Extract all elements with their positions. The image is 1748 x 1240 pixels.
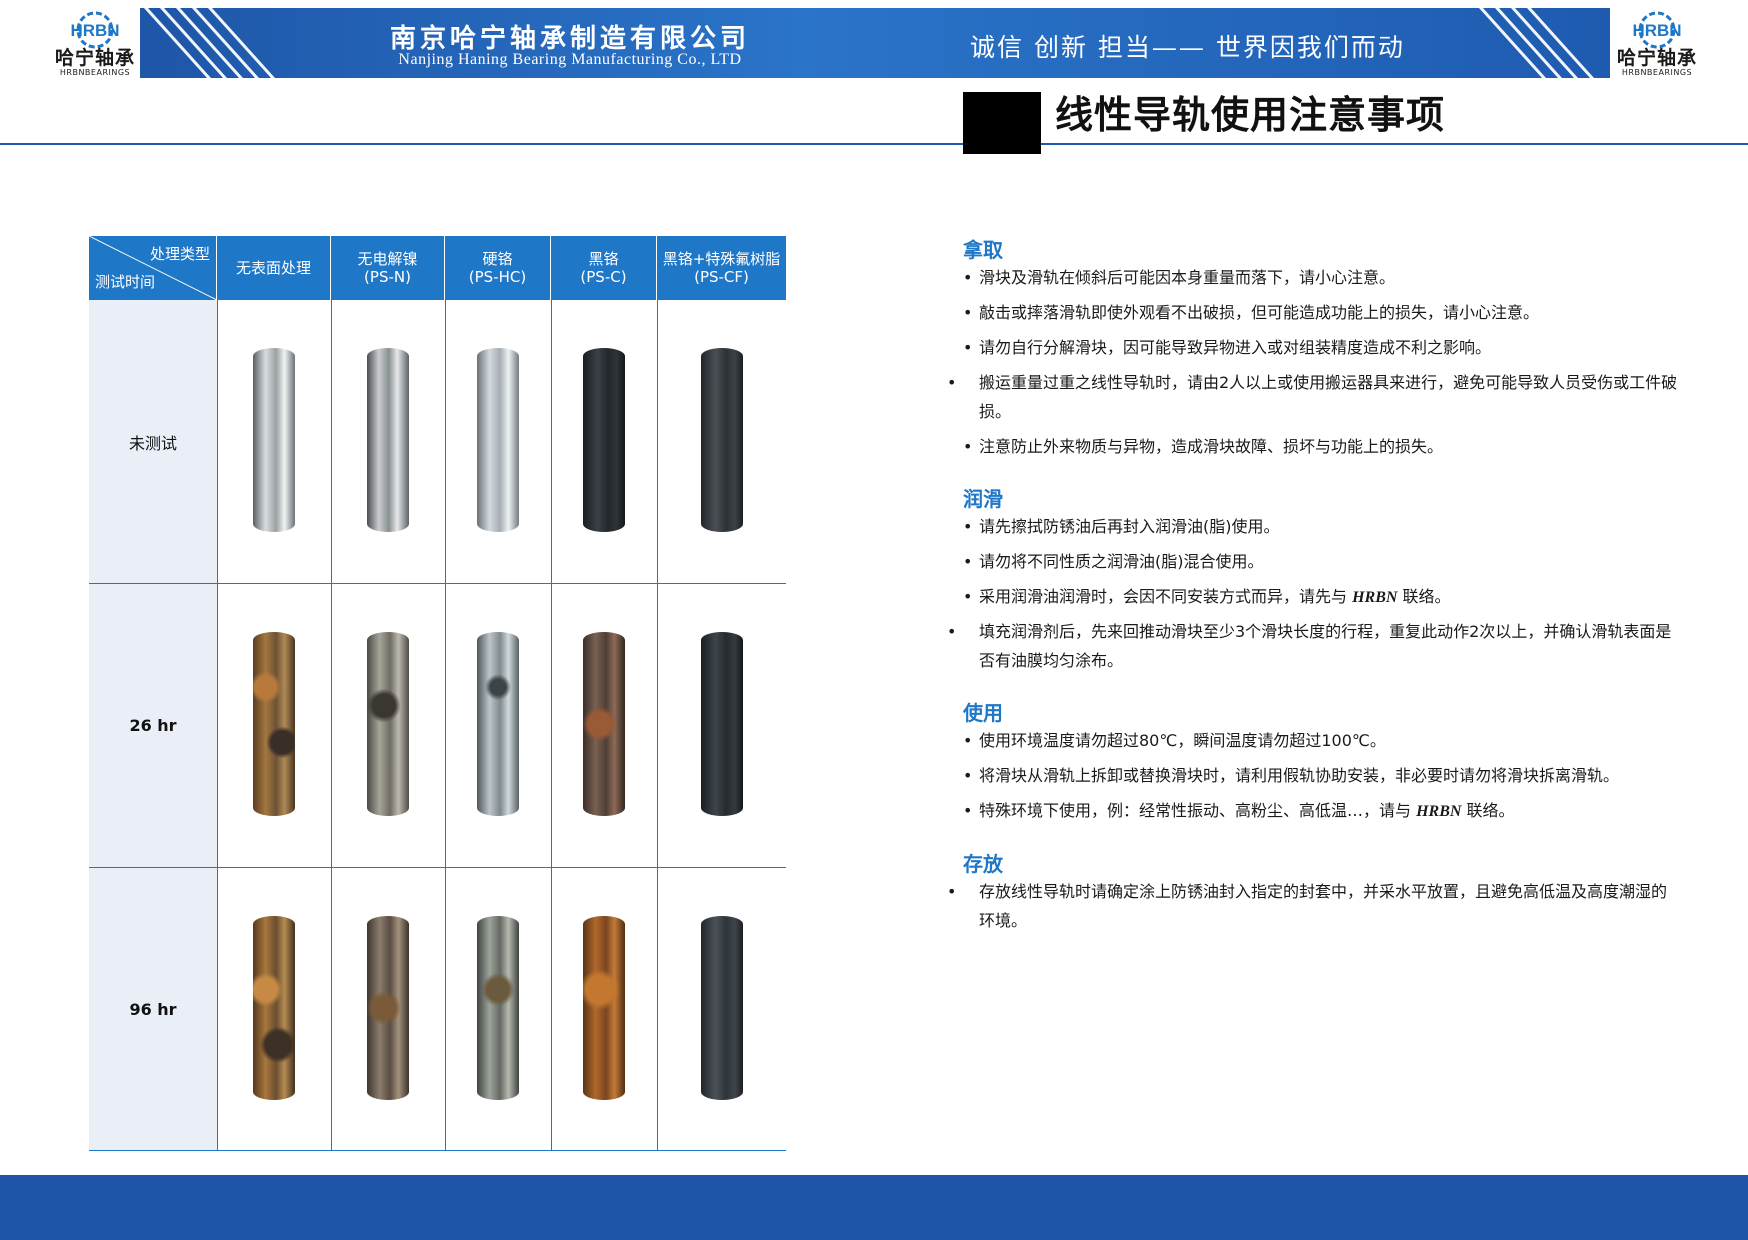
svg-text:HRBN: HRBN — [70, 21, 119, 40]
rod-sample-image — [701, 348, 743, 532]
footer-bar — [0, 1175, 1748, 1240]
rod-sample-image — [367, 348, 409, 532]
rod-sample-image — [701, 632, 743, 816]
list-item: • 敲击或摔落滑轨即使外观看不出破损，但可能造成功能上的损失，请小心注意。 — [963, 303, 1540, 322]
list-item: • 使用环境温度请勿超过80℃，瞬间温度请勿超过100℃。 — [963, 731, 1386, 750]
rod-sample-image — [477, 348, 519, 532]
section-title-lubrication: 润滑 — [963, 487, 1003, 511]
column-header: 黑铬+特殊氟树脂 (PS-CF) — [657, 236, 786, 300]
slogan: 诚信 创新 担当—— 世界因我们而动 — [970, 33, 1405, 62]
corner-label-type: 处理类型 — [149, 245, 210, 263]
rod-sample-image — [477, 916, 519, 1100]
brand-name: HRBN — [1352, 589, 1398, 606]
rod-sample-image — [583, 348, 625, 532]
rod-sample-image — [583, 916, 625, 1100]
rod-sample-image — [477, 632, 519, 816]
list-item: • 请先擦拭防锈油后再封入润滑油(脂)使用。 — [963, 517, 1280, 536]
company-name-en: Nanjing Haning Bearing Manufacturing Co.… — [398, 51, 742, 68]
section-title-usage: 使用 — [963, 701, 1003, 725]
list-item: • 特殊环境下使用，例：经常性振动、高粉尘、高低温…，请与 HRBN 联络。 — [963, 801, 1515, 820]
rod-sample-image — [583, 632, 625, 816]
row-label: 26 hr — [89, 583, 217, 867]
row-label: 96 hr — [89, 867, 217, 1151]
logo-cn: 哈宁轴承 — [1616, 47, 1697, 69]
section-title-storage: 存放 — [963, 852, 1003, 876]
header-divider — [0, 143, 1748, 145]
company-logo-left: HRBN 哈宁轴承 HRBNBEARINGS — [40, 6, 150, 86]
company-logo-right: HRBN 哈宁轴承 HRBNBEARINGS — [1602, 6, 1712, 86]
rod-sample-image — [253, 916, 295, 1100]
gear-logo-icon: HRBN — [1632, 11, 1682, 49]
company-name-cn: 南京哈宁轴承制造有限公司 — [389, 24, 750, 54]
corrosion-comparison-table: 处理类型 测试时间 无表面处理 无电解镍 (PS-N) 硬铬 (PS-HC) 黑铬(… — [89, 236, 786, 1151]
gear-logo-icon: HRBN — [70, 11, 120, 49]
row-label: 未测试 — [89, 300, 217, 583]
column-header: 硬铬 (PS-HC) — [445, 236, 551, 300]
column-header: 无表面处理 — [217, 236, 331, 300]
list-item: • 请勿自行分解滑块，因可能导致异物进入或对组装精度造成不利之影响。 — [963, 338, 1492, 357]
column-header: 黑铬 (PS-C) — [551, 236, 657, 300]
title-marker — [963, 92, 1041, 154]
rod-sample-image — [253, 348, 295, 532]
list-item: • 搬运重量过重之线性导轨时，请由2人以上或使用搬运器具来进行，避免可能导致人员受… — [947, 373, 1678, 421]
list-item: • 注意防止外来物质与异物，造成滑块故障、损坏与功能上的损失。 — [963, 437, 1444, 456]
logo-en: HRBNBEARINGS — [1621, 68, 1693, 77]
section-title-handling: 拿取 — [963, 238, 1003, 262]
list-item: • 填充润滑剂后，先来回推动滑块至少3个滑块长度的行程，重复此动作2次以上，并确认… — [947, 622, 1672, 670]
list-item: • 存放线性导轨时请确定涂上防锈油封入指定的封套中，并采水平放置，且避免高低温及高… — [947, 882, 1668, 930]
list-item: • 采用润滑油润滑时，会因不同安装方式而异，请先与 HRBN 联络。 — [963, 587, 1451, 606]
logo-cn: 哈宁轴承 — [54, 47, 135, 69]
column-header: 无电解镍 (PS-N) — [331, 236, 445, 300]
table-corner-header: 处理类型 测试时间 — [89, 236, 217, 300]
logo-en: HRBNBEARINGS — [59, 68, 131, 77]
list-item: • 滑块及滑轨在倾斜后可能因本身重量而落下，请小心注意。 — [963, 268, 1396, 287]
page-title: 线性导轨使用注意事项 — [1055, 93, 1446, 137]
corner-label-time: 测试时间 — [95, 273, 156, 291]
brand-name: HRBN — [1416, 803, 1462, 820]
svg-text:HRBN: HRBN — [1632, 21, 1681, 40]
list-item: • 请勿将不同性质之润滑油(脂)混合使用。 — [963, 552, 1264, 571]
list-item: • 将滑块从滑轨上拆卸或替换滑块时，请利用假轨协助安装，非必要时请勿将滑块拆离滑轨… — [963, 766, 1620, 785]
header-banner: 南京哈宁轴承制造有限公司 Nanjing Haning Bearing Manu… — [140, 8, 1610, 78]
rod-sample-image — [253, 632, 295, 816]
rod-sample-image — [701, 916, 743, 1100]
rod-sample-image — [367, 916, 409, 1100]
rod-sample-image — [367, 632, 409, 816]
